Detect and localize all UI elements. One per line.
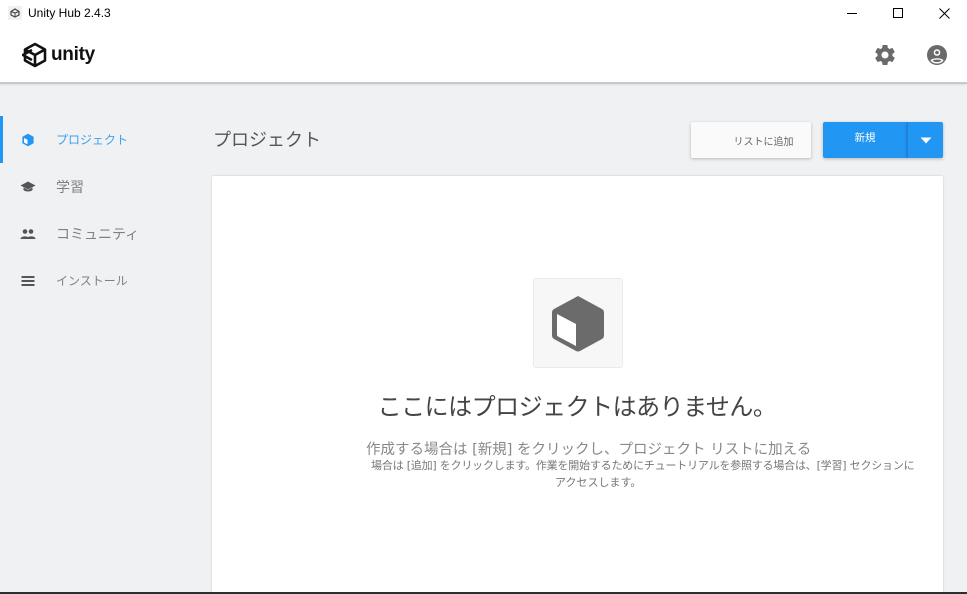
unity-logo-icon (22, 42, 47, 68)
settings-button[interactable] (873, 43, 897, 67)
new-project-dropdown-button[interactable] (907, 122, 943, 158)
app-header: unity (0, 26, 967, 84)
sidebar-item-label: プロジェクト (56, 133, 129, 147)
new-project-button[interactable]: 新規 (823, 122, 907, 158)
sidebar-item-installs[interactable]: インストール (0, 257, 190, 304)
maximize-icon (893, 8, 903, 18)
sidebar-item-projects[interactable]: プロジェクト (0, 116, 190, 163)
graduation-cap-icon (20, 179, 36, 195)
unity-logo: unity (22, 42, 95, 68)
cube-icon (20, 132, 36, 148)
list-icon (20, 273, 36, 289)
caret-down-icon (920, 137, 931, 143)
minimize-button[interactable] (829, 0, 875, 26)
sidebar-item-community[interactable]: コミュニティ (0, 210, 190, 257)
gear-icon (875, 45, 895, 66)
maximize-button[interactable] (875, 0, 921, 26)
window-title: Unity Hub 2.4.3 (28, 6, 111, 20)
logo-text: unity (51, 44, 95, 65)
empty-state-description-line2: 場合は [追加] をクリックします。作業を開始するためにチュートリアルを参照する… (371, 459, 915, 472)
window-controls (829, 0, 967, 26)
sidebar: プロジェクト 学習 コミュニティ インストール (0, 116, 190, 304)
add-to-list-button[interactable]: リストに追加 (691, 122, 811, 158)
empty-state-description-line3: アクセスします。 (555, 476, 642, 489)
title-bar: Unity Hub 2.4.3 (0, 0, 967, 26)
sidebar-item-label: インストール (56, 274, 128, 288)
close-button[interactable] (921, 0, 967, 26)
cube-icon (552, 296, 604, 352)
empty-state-title: ここにはプロジェクトはありません。 (377, 393, 777, 421)
unity-app-icon (8, 6, 22, 20)
empty-state-icon-box (533, 278, 623, 368)
empty-state-description-line1: 作成する場合は [新規] をクリックし、プロジェクト リストに加える (366, 442, 812, 458)
people-icon (20, 226, 36, 242)
sidebar-item-label: 学習 (56, 179, 84, 196)
unity-hub-window: Unity Hub 2.4.3 unity プロジェクト 学習 コミュニティ イ… (0, 0, 967, 592)
account-icon (927, 45, 947, 65)
minimize-icon (847, 13, 857, 14)
page-title: プロジェクト (213, 130, 321, 151)
account-button[interactable] (925, 43, 949, 67)
projects-panel (212, 176, 943, 592)
sidebar-item-learn[interactable]: 学習 (0, 163, 190, 210)
close-icon (938, 7, 950, 19)
sidebar-item-label: コミュニティ (56, 226, 140, 243)
